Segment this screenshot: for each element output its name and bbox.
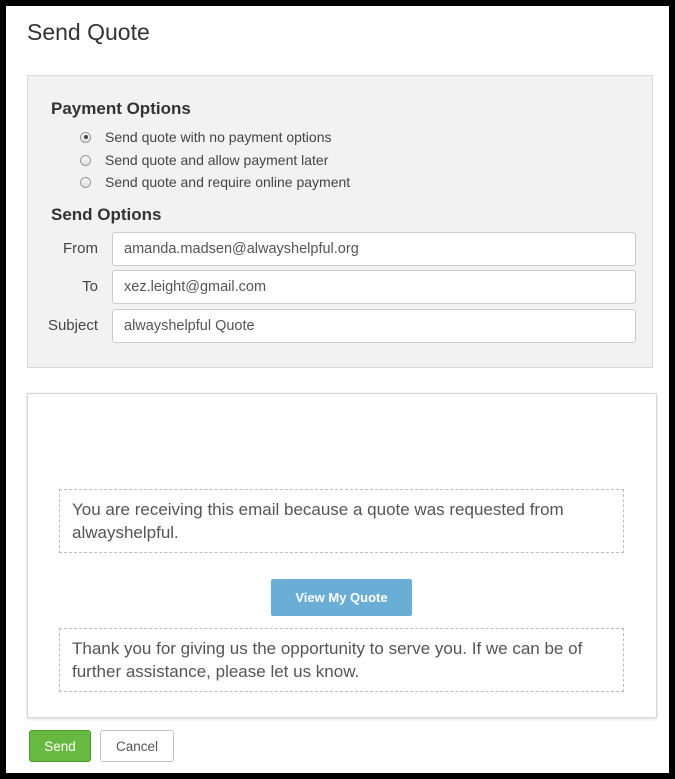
- send-options-heading: Send Options: [51, 205, 162, 224]
- radio-button[interactable]: [80, 176, 91, 188]
- payment-option-label: Send quote and allow payment later: [105, 152, 329, 168]
- to-label: To: [82, 278, 98, 295]
- send-button[interactable]: Send: [29, 730, 91, 762]
- payment-option-label: Send quote and require online payment: [105, 174, 351, 190]
- from-field[interactable]: [112, 232, 636, 266]
- view-my-quote-button[interactable]: View My Quote: [271, 579, 412, 616]
- payment-option-no-payment[interactable]: Send quote with no payment options: [80, 128, 332, 146]
- subject-field[interactable]: [112, 309, 636, 343]
- payment-options-heading: Payment Options: [51, 99, 191, 118]
- radio-button-selected[interactable]: [80, 131, 91, 143]
- email-closing-text[interactable]: Thank you for giving us the opportunity …: [59, 628, 624, 692]
- cancel-button[interactable]: Cancel: [100, 730, 174, 762]
- payment-option-label: Send quote with no payment options: [105, 129, 332, 145]
- email-intro-text[interactable]: You are receiving this email because a q…: [59, 489, 624, 553]
- radio-button[interactable]: [80, 154, 91, 166]
- payment-option-pay-later[interactable]: Send quote and allow payment later: [80, 151, 328, 169]
- page-title: Send Quote: [27, 19, 150, 45]
- subject-label: Subject: [47, 317, 98, 334]
- to-field[interactable]: [112, 270, 636, 304]
- email-preview-panel: You are receiving this email because a q…: [27, 393, 657, 718]
- from-label: From: [63, 240, 98, 257]
- payment-option-require-online[interactable]: Send quote and require online payment: [80, 173, 350, 191]
- send-quote-dialog: Send Quote Payment Options Send quote wi…: [0, 0, 675, 779]
- options-panel: Payment Options Send quote with no payme…: [27, 75, 653, 368]
